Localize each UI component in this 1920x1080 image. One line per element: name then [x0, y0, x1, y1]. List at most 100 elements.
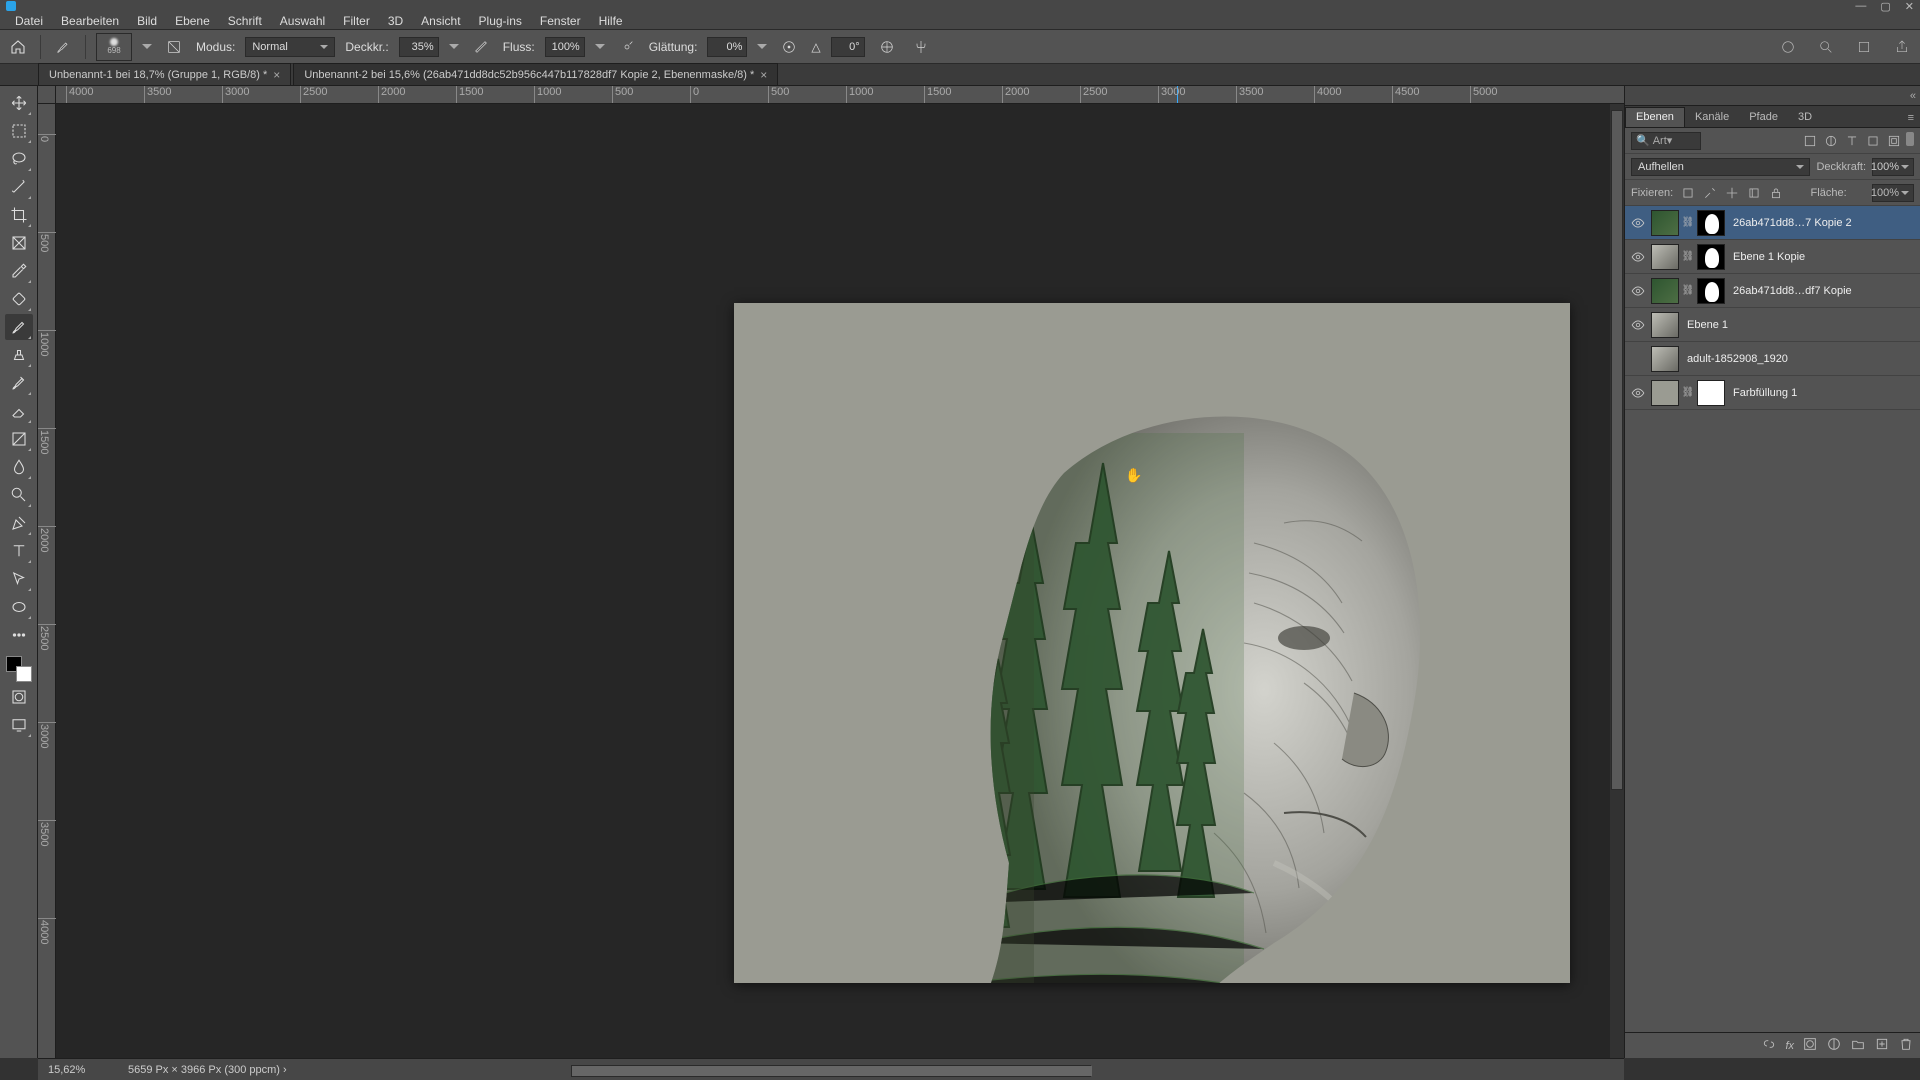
visibility-toggle-icon[interactable] [1629, 282, 1647, 300]
lock-move-icon[interactable] [1723, 184, 1741, 202]
layer-row[interactable]: ⛓ 26ab471dd8…df7 Kopie [1625, 274, 1920, 308]
canvas[interactable] [734, 303, 1570, 983]
eraser-tool[interactable] [5, 398, 33, 424]
vertical-scrollbar-thumb[interactable] [1611, 110, 1623, 790]
new-layer-icon[interactable] [1874, 1036, 1890, 1055]
home-button[interactable] [6, 35, 30, 59]
layer-thumb[interactable] [1651, 244, 1679, 270]
close-button[interactable]: ✕ [1905, 0, 1914, 13]
cloud-docs-icon[interactable] [1776, 35, 1800, 59]
delete-icon[interactable] [1898, 1036, 1914, 1055]
lock-nest-icon[interactable] [1745, 184, 1763, 202]
close-tab-icon[interactable]: × [760, 68, 767, 82]
layer-name[interactable]: 26ab471dd8…df7 Kopie [1729, 285, 1916, 297]
layer-opacity-input[interactable]: 100% [1872, 158, 1914, 176]
lock-all-icon[interactable] [1767, 184, 1785, 202]
filter-type-icon[interactable] [1843, 132, 1861, 150]
pen-tool[interactable] [5, 510, 33, 536]
magic-wand-tool[interactable] [5, 174, 33, 200]
h-scrollbar-thumb[interactable] [572, 1066, 1092, 1076]
more-tools[interactable] [5, 622, 33, 648]
blur-tool[interactable] [5, 454, 33, 480]
mask-link-icon[interactable]: ⛓ [1683, 214, 1693, 232]
mask-link-icon[interactable]: ⛓ [1683, 248, 1693, 266]
horizontal-scrollbar[interactable] [571, 1065, 1091, 1077]
panel-tab-3d[interactable]: 3D [1788, 108, 1822, 127]
history-brush-tool[interactable] [5, 370, 33, 396]
menu-filter[interactable]: Filter [336, 12, 377, 30]
size-pressure-button[interactable] [875, 35, 899, 59]
move-tool[interactable] [5, 90, 33, 116]
flow-input[interactable]: 100% [545, 37, 585, 57]
layer-row[interactable]: Ebene 1 [1625, 308, 1920, 342]
menu-hilfe[interactable]: Hilfe [592, 12, 630, 30]
marquee-tool[interactable] [5, 118, 33, 144]
menu-ebene[interactable]: Ebene [168, 12, 217, 30]
layer-row[interactable]: ⛓Ebene 1 Kopie [1625, 240, 1920, 274]
lock-pixels-icon[interactable] [1679, 184, 1697, 202]
visibility-toggle-icon[interactable] [1629, 350, 1647, 368]
screenmode-button[interactable] [5, 712, 33, 738]
filter-toggle-switch[interactable] [1906, 132, 1914, 146]
frame-tool[interactable] [5, 230, 33, 256]
horizontal-ruler[interactable]: 4000350030002500200015001000500050010001… [56, 86, 1624, 104]
filter-adjust-icon[interactable] [1822, 132, 1840, 150]
shape-tool[interactable] [5, 594, 33, 620]
ruler-origin[interactable] [38, 86, 56, 104]
menu-ansicht[interactable]: Ansicht [414, 12, 467, 30]
mask-link-icon[interactable]: ⛓ [1683, 282, 1693, 300]
menu-3d[interactable]: 3D [381, 12, 410, 30]
opacity-input[interactable]: 35% [399, 37, 439, 57]
eyedropper-tool[interactable] [5, 258, 33, 284]
layer-mask-thumb[interactable] [1697, 380, 1725, 406]
opacity-dropdown-icon[interactable] [449, 44, 459, 50]
layer-mask-thumb[interactable] [1697, 210, 1725, 236]
type-tool[interactable] [5, 538, 33, 564]
brush-tool[interactable] [5, 314, 33, 340]
panel-tab-ebenen[interactable]: Ebenen [1625, 107, 1685, 127]
visibility-toggle-icon[interactable] [1629, 384, 1647, 402]
smoothing-options-button[interactable] [777, 35, 801, 59]
layer-thumb[interactable] [1651, 312, 1679, 338]
filter-pixel-icon[interactable] [1801, 132, 1819, 150]
layer-row[interactable]: adult-1852908_1920 [1625, 342, 1920, 376]
zoom-level[interactable]: 15,62% [48, 1064, 108, 1076]
symmetry-button[interactable] [909, 35, 933, 59]
layer-thumb[interactable] [1651, 346, 1679, 372]
mask-link-icon[interactable]: ⛓ [1683, 384, 1693, 402]
document-tab-1[interactable]: Unbenannt-1 bei 18,7% (Gruppe 1, RGB/8) … [38, 63, 291, 85]
vertical-ruler[interactable]: 05001000150020002500300035004000 [38, 104, 56, 1058]
flow-dropdown-icon[interactable] [595, 44, 605, 50]
smoothing-dropdown-icon[interactable] [757, 44, 767, 50]
crop-tool[interactable] [5, 202, 33, 228]
layer-mask-thumb[interactable] [1697, 278, 1725, 304]
panel-tab-kanaele[interactable]: Kanäle [1685, 108, 1739, 127]
visibility-toggle-icon[interactable] [1629, 316, 1647, 334]
filter-smart-icon[interactable] [1885, 132, 1903, 150]
path-select-tool[interactable] [5, 566, 33, 592]
visibility-toggle-icon[interactable] [1629, 214, 1647, 232]
maximize-button[interactable]: ▢ [1880, 0, 1890, 13]
share-icon[interactable] [1890, 35, 1914, 59]
visibility-toggle-icon[interactable] [1629, 248, 1647, 266]
brush-tool-icon[interactable] [51, 35, 75, 59]
panel-tab-pfade[interactable]: Pfade [1739, 108, 1788, 127]
layer-name[interactable]: 26ab471dd8…7 Kopie 2 [1729, 217, 1916, 229]
clone-stamp-tool[interactable] [5, 342, 33, 368]
layer-thumb[interactable] [1651, 278, 1679, 304]
lock-position-icon[interactable] [1701, 184, 1719, 202]
smoothing-input[interactable]: 0% [707, 37, 747, 57]
menu-schrift[interactable]: Schrift [221, 12, 269, 30]
menu-plugins[interactable]: Plug-ins [472, 12, 529, 30]
layer-name[interactable]: adult-1852908_1920 [1683, 353, 1916, 365]
layer-row[interactable]: ⛓ 26ab471dd8…7 Kopie 2 [1625, 206, 1920, 240]
layer-name[interactable]: Ebene 1 [1683, 319, 1916, 331]
fx-icon[interactable]: fx [1785, 1040, 1794, 1052]
menu-bearbeiten[interactable]: Bearbeiten [54, 12, 126, 30]
airbrush-button[interactable] [615, 35, 639, 59]
layer-thumb[interactable] [1651, 210, 1679, 236]
filter-shape-icon[interactable] [1864, 132, 1882, 150]
search-icon[interactable] [1814, 35, 1838, 59]
dodge-tool[interactable] [5, 482, 33, 508]
quickmask-button[interactable] [5, 684, 33, 710]
